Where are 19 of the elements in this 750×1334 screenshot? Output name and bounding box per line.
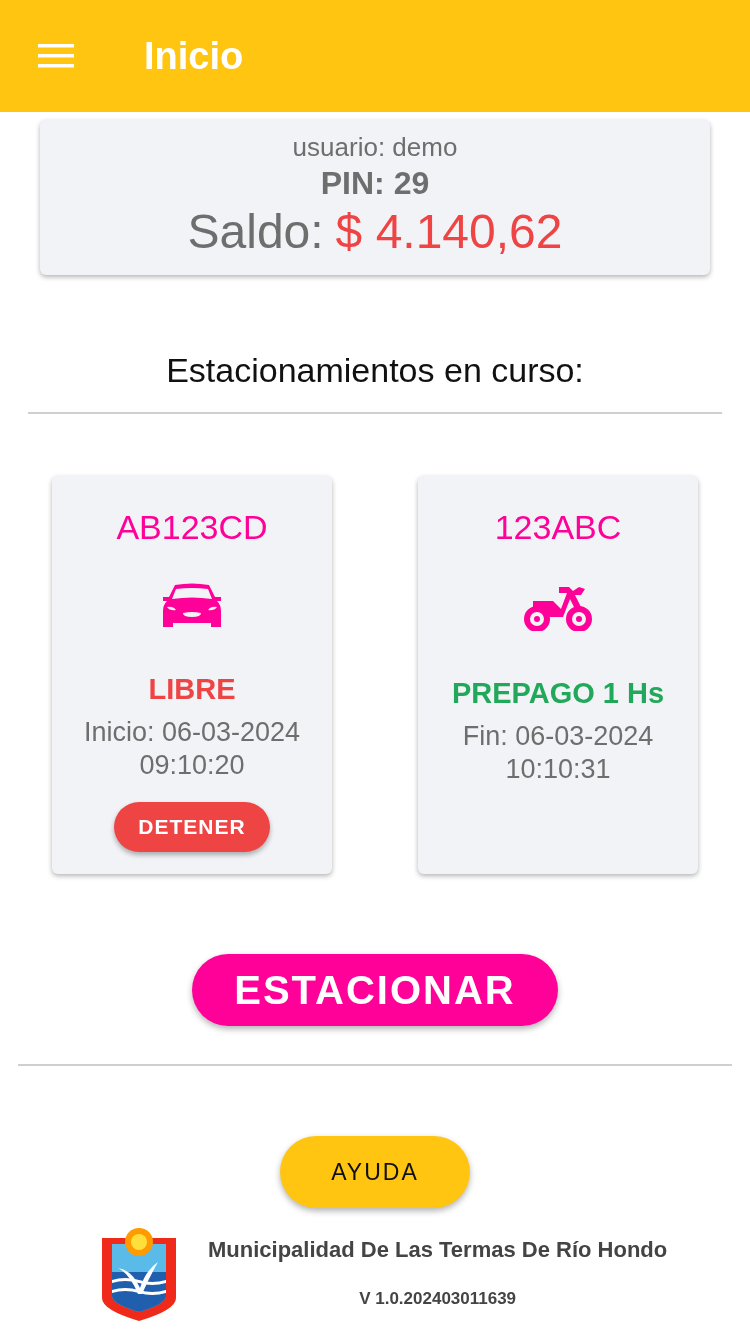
time-text: Inicio: 06-03-2024 09:10:20: [83, 716, 301, 782]
username-text: usuario: demo: [292, 132, 458, 163]
organization-name: Municipalidad De Las Termas De Río Hondo: [208, 1237, 668, 1263]
parking-status: PREPAGO 1 Hs: [451, 677, 665, 710]
plate-number: 123ABC: [494, 508, 622, 547]
balance-amount: $ 4.140,62: [335, 204, 563, 259]
time-text: Fin: 06-03-2024 10:10:31: [462, 720, 654, 786]
balance-label: Saldo:: [187, 204, 324, 259]
pin-text: PIN: 29: [320, 165, 430, 202]
menu-icon[interactable]: [38, 44, 74, 68]
stop-button[interactable]: DETENER: [114, 802, 270, 852]
page-title: Inicio: [144, 34, 244, 78]
car-icon: [161, 581, 223, 627]
park-button[interactable]: ESTACIONAR: [192, 954, 558, 1026]
parking-status: LIBRE: [148, 673, 236, 706]
help-button[interactable]: AYUDA: [280, 1136, 470, 1208]
version-text: V 1.0.202403011639: [359, 1289, 517, 1309]
plate-number: AB123CD: [116, 508, 268, 547]
section-title: Estacionamientos en curso:: [166, 351, 584, 390]
